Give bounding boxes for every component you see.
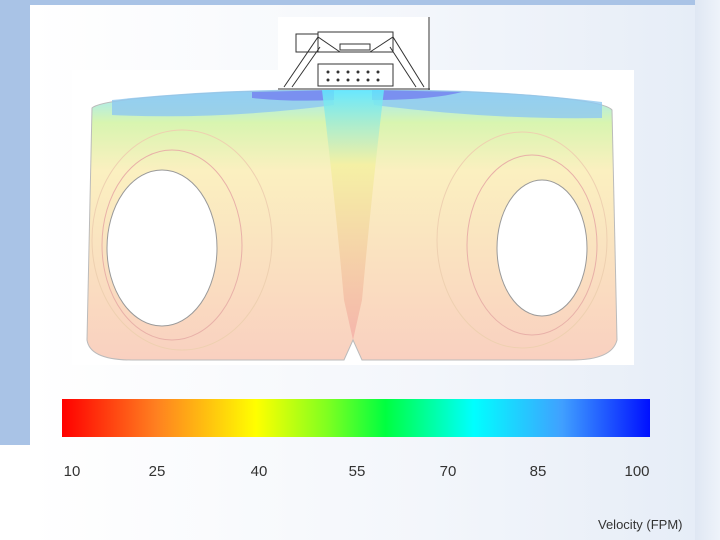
colorbar-tick: 40 <box>250 463 268 480</box>
velocity-colorbar <box>62 399 650 437</box>
colorbar-tick: 100 <box>624 463 650 480</box>
colorbar-tick: 55 <box>348 463 366 480</box>
streamline-plot <box>72 70 634 365</box>
background-band-left <box>0 0 30 445</box>
colorbar-tick: 85 <box>529 463 547 480</box>
colorbar-tick: 25 <box>148 463 166 480</box>
diffuser-drawing <box>278 17 430 90</box>
colorbar-tick: 70 <box>439 463 457 480</box>
left-vortex-core <box>106 169 218 327</box>
colorbar-tick: 10 <box>63 463 81 480</box>
colorbar-units-label: Velocity (FPM) <box>598 517 683 532</box>
right-vortex-core <box>496 179 588 317</box>
background-band-right <box>695 0 720 540</box>
